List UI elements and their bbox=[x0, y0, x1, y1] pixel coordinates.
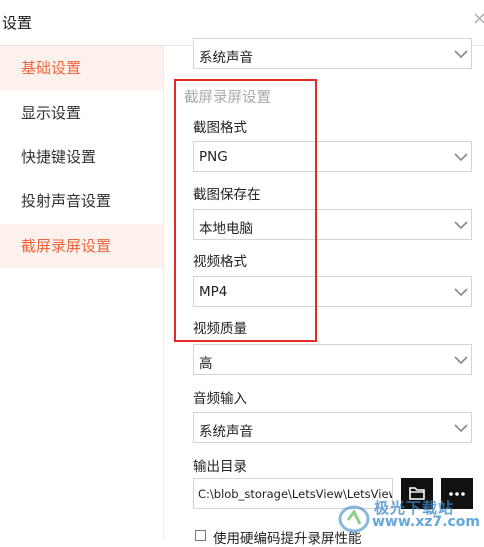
output-dir-input[interactable]: C:\blob_storage\LetsView\LetsView bbox=[193, 478, 393, 509]
watermark-url: www.xz7.com bbox=[372, 514, 480, 530]
sidebar-item-shortcuts[interactable]: 快捷键设置 bbox=[0, 135, 163, 179]
screenshot-format-select[interactable]: PNG bbox=[193, 141, 472, 172]
select-value: PNG bbox=[199, 149, 228, 165]
sidebar: 基础设置 显示设置 快捷键设置 投射声音设置 截屏录屏设置 bbox=[0, 46, 164, 541]
screenshot-format-label: 截图格式 bbox=[193, 120, 247, 136]
window-title: 设置 bbox=[2, 14, 33, 32]
chevron-down-icon bbox=[454, 288, 468, 297]
select-value: MP4 bbox=[199, 284, 228, 300]
video-format-label: 视频格式 bbox=[193, 254, 247, 270]
close-icon[interactable]: × bbox=[472, 10, 484, 28]
audio-input-label: 音频输入 bbox=[193, 391, 247, 407]
screenshot-save-location-select[interactable]: 本地电脑 bbox=[193, 209, 472, 240]
chevron-down-icon bbox=[454, 424, 468, 433]
audio-input-select[interactable]: 系统声音 bbox=[193, 412, 472, 443]
output-dir-value: C:\blob_storage\LetsView\LetsView bbox=[198, 487, 393, 501]
audio-source-select[interactable]: 系统声音 bbox=[193, 38, 472, 69]
output-dir-label: 输出目录 bbox=[193, 459, 247, 475]
hardware-encoding-checkbox[interactable] bbox=[195, 530, 206, 541]
video-quality-select[interactable]: 高 bbox=[193, 344, 472, 375]
hardware-encoding-label: 使用硬编码提升录屏性能 bbox=[213, 531, 362, 547]
sidebar-item-display[interactable]: 显示设置 bbox=[0, 91, 163, 135]
chevron-down-icon bbox=[454, 153, 468, 162]
select-value: 本地电脑 bbox=[199, 221, 253, 237]
video-quality-label: 视频质量 bbox=[193, 321, 247, 337]
sidebar-item-basic[interactable]: 基础设置 bbox=[0, 46, 163, 90]
select-value: 系统声音 bbox=[199, 50, 253, 66]
chevron-down-icon bbox=[454, 221, 468, 230]
sidebar-item-screenshot-record[interactable]: 截屏录屏设置 bbox=[0, 224, 163, 268]
video-format-select[interactable]: MP4 bbox=[193, 276, 472, 307]
section-title: 截屏录屏设置 bbox=[184, 90, 271, 106]
screenshot-save-location-label: 截图保存在 bbox=[193, 187, 261, 203]
sidebar-item-cast-audio[interactable]: 投射声音设置 bbox=[0, 179, 163, 223]
select-value: 系统声音 bbox=[199, 424, 253, 440]
chevron-down-icon bbox=[454, 356, 468, 365]
chevron-down-icon bbox=[454, 50, 468, 59]
select-value: 高 bbox=[199, 356, 213, 372]
